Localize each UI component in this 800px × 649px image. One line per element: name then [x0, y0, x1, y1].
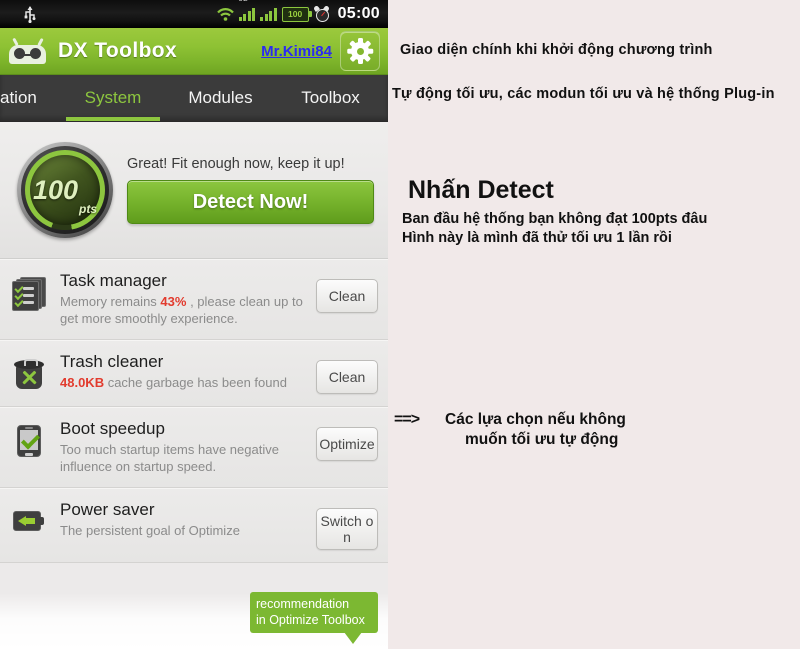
system-item-list: Task manager Memory remains 43% , please… [0, 259, 388, 563]
battery-level-label: 100 [287, 8, 303, 19]
device-check-icon [12, 424, 46, 458]
row-icon [12, 500, 56, 539]
row-icon [12, 419, 56, 458]
tab-toolbox[interactable]: Toolbox [273, 75, 388, 121]
row-subtitle: Too much startup items have negative inf… [60, 441, 310, 475]
wifi-icon [216, 7, 234, 21]
annotation-heading: Nhấn Detect [408, 176, 554, 204]
annotation-panel: Giao diện chính khi khởi động chương trì… [388, 0, 800, 649]
list-item[interactable]: Power saver The persistent goal of Optim… [0, 488, 388, 563]
callout-line-1: recommendation [256, 597, 350, 611]
task-list-icon [12, 276, 46, 311]
list-item[interactable]: Trash cleaner 48.0KB cache garbage has b… [0, 340, 388, 407]
annotation-line-5: Các lựa chọn nếu không [445, 411, 626, 428]
row-icon [12, 271, 56, 311]
battery-icon [12, 505, 46, 539]
row-title: Task manager [60, 271, 167, 290]
settings-button[interactable] [340, 31, 380, 71]
row-text: Trash cleaner 48.0KB cache garbage has b… [56, 352, 316, 391]
clean-button-label: Clean [328, 288, 366, 304]
switch-on-button[interactable]: Switch on [316, 508, 378, 550]
app-bar: DX Toolbox Mr.Kimi84 [0, 28, 388, 75]
switch-on-button-label: Switch on [320, 513, 374, 545]
row-subtitle-highlight: 48.0KB [60, 375, 105, 390]
annotation-line-4: Hình này là mình đã thử tối ưu 1 lần rồi [402, 230, 672, 246]
recommendation-callout: recommendation in Optimize Toolbox [250, 592, 378, 644]
score-unit: pts [79, 202, 98, 216]
clean-button-label: Clean [328, 369, 366, 385]
annotation-line-6: muốn tối ưu tự động [465, 431, 619, 448]
callout-line-2: in Optimize Toolbox [256, 613, 365, 627]
score-details: Great! Fit enough now, keep it up! Detec… [127, 156, 388, 224]
tab-optimization[interactable]: ation [0, 75, 58, 121]
row-subtitle: 48.0KB cache garbage has been found [60, 374, 310, 391]
detect-now-label: Detect Now! [192, 190, 309, 213]
clean-button[interactable]: Clean [316, 360, 378, 394]
app-title: DX Toolbox [58, 39, 178, 62]
row-icon [12, 352, 56, 391]
gear-icon [347, 38, 374, 64]
row-subtitle: Memory remains 43% , please clean up to … [60, 293, 310, 327]
row-subtitle-pre: The persistent goal of Optimize [60, 523, 240, 538]
detect-now-button[interactable]: Detect Now! [127, 180, 374, 224]
callout-tip [344, 632, 362, 644]
phone-screenshot: 3G 100 05:00 [0, 0, 388, 649]
row-subtitle-pre: Too much startup items have negative inf… [60, 442, 279, 474]
signal-bars-icon-2 [260, 7, 277, 21]
annotation-line-3: Ban đầu hệ thống bạn không đạt 100pts đâ… [402, 211, 708, 227]
row-title: Trash cleaner [60, 352, 164, 371]
optimize-button-label: Optimize [319, 436, 375, 452]
score-value: 100 [32, 174, 79, 205]
row-text: Power saver The persistent goal of Optim… [56, 500, 316, 539]
tab-modules-label: Modules [188, 88, 253, 107]
score-message: Great! Fit enough now, keep it up! [127, 156, 345, 172]
tab-bar: ation System Modules Toolbox [0, 75, 388, 122]
score-panel: 100 pts Great! Fit enough now, keep it u… [0, 122, 388, 259]
annotation-arrow: ==> [394, 411, 420, 428]
list-item[interactable]: Boot speedup Too much startup items have… [0, 407, 388, 488]
row-subtitle-highlight: 43% [160, 294, 187, 309]
tab-modules[interactable]: Modules [168, 75, 273, 121]
optimize-button[interactable]: Optimize [316, 427, 378, 461]
row-text: Boot speedup Too much startup items have… [56, 419, 316, 475]
annotation-line-2: Tự động tối ưu, các modun tối ưu và hệ t… [392, 86, 775, 102]
network-type-label: 3G [239, 0, 248, 3]
alarm-clock-icon [312, 5, 330, 22]
dx-toolbox-robot-logo-icon [9, 37, 46, 64]
list-item[interactable]: Task manager Memory remains 43% , please… [0, 259, 388, 340]
tab-toolbox-label: Toolbox [301, 88, 360, 107]
status-bar-clock: 05:00 [337, 5, 380, 22]
battery-icon: 100 [281, 6, 312, 22]
row-title: Power saver [60, 500, 155, 519]
row-subtitle: The persistent goal of Optimize [60, 522, 310, 539]
usb-icon [22, 5, 38, 24]
tab-optimization-label: ation [0, 88, 37, 107]
clean-button[interactable]: Clean [316, 279, 378, 313]
status-icons: 3G 100 05:00 [216, 0, 388, 23]
score-gauge: 100 pts [17, 142, 113, 238]
row-subtitle-pre: Memory remains [60, 294, 161, 309]
tab-system-label: System [84, 88, 142, 107]
trash-can-icon [12, 357, 46, 391]
tab-system[interactable]: System [58, 75, 168, 121]
row-title: Boot speedup [60, 419, 165, 438]
row-subtitle-post: cache garbage has been found [104, 375, 287, 390]
status-bar: 3G 100 05:00 [0, 0, 388, 28]
row-text: Task manager Memory remains 43% , please… [56, 271, 316, 327]
screenshot-root: Giao diện chính khi khởi động chương trì… [0, 0, 800, 649]
annotation-line-1: Giao diện chính khi khởi động chương trì… [400, 42, 713, 58]
signal-bars-icon-3g: 3G [238, 0, 256, 21]
tab-active-underline [66, 117, 160, 121]
username-link[interactable]: Mr.Kimi84 [261, 43, 340, 60]
